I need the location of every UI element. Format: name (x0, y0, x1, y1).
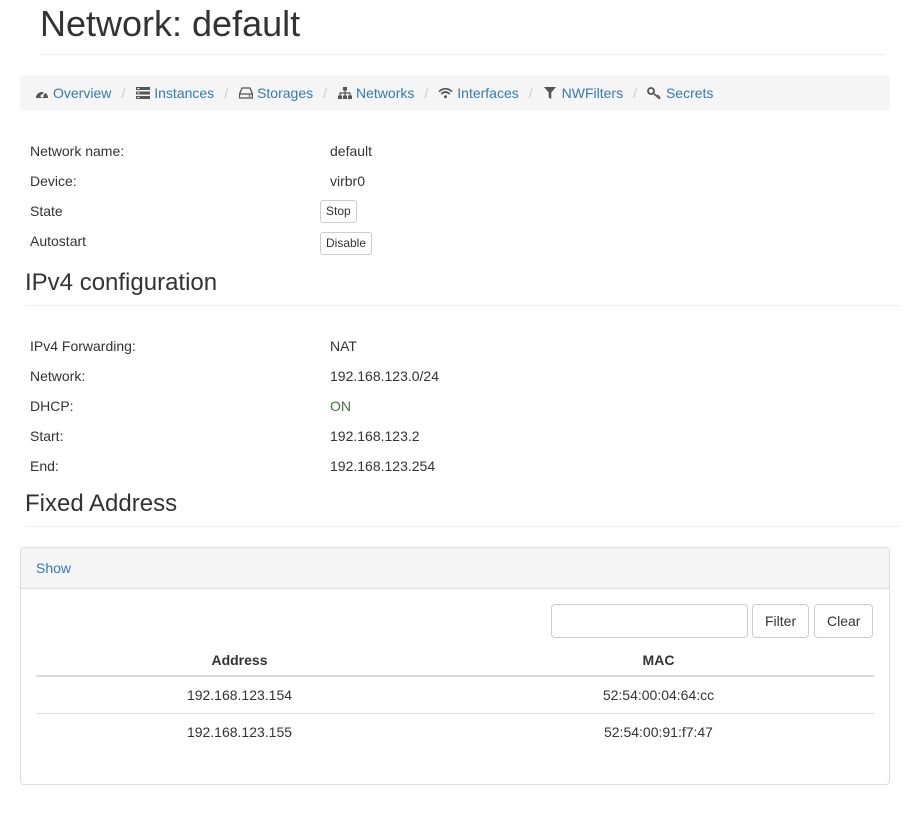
column-header-mac: MAC (442, 645, 874, 677)
dhcp-end-label: End: (30, 458, 59, 474)
network-name-value: default (330, 143, 373, 159)
breadcrumb-nwfilters[interactable]: NWFilters (543, 85, 623, 101)
breadcrumb-overview[interactable]: Overview (34, 85, 111, 101)
dashboard-icon (34, 86, 49, 101)
breadcrumb-separator: / (424, 85, 429, 101)
breadcrumb-instances[interactable]: Instances (135, 85, 214, 101)
breadcrumb-secrets-label: Secrets (665, 85, 714, 101)
table-row: 192.168.123.155 52:54:00:91:f7:47 (36, 712, 874, 750)
page-header: Network: default (40, 0, 885, 55)
breadcrumb-networks[interactable]: Networks (337, 85, 414, 101)
breadcrumb-interfaces-label: Interfaces (457, 85, 519, 101)
breadcrumb-instances-label: Instances (154, 85, 215, 101)
dhcp-status-value: ON (330, 398, 351, 414)
fixed-address-table: Address MAC 192.168.123.154 52:54:00:04:… (36, 645, 874, 750)
dhcp-row: DHCP: ON (30, 398, 870, 418)
fixed-address-panel-heading: Show (21, 548, 889, 589)
breadcrumb-separator: / (323, 85, 328, 101)
key-icon (647, 86, 662, 101)
breadcrumb-separator: / (224, 85, 229, 101)
dhcp-start-row: Start: 192.168.123.2 (30, 428, 870, 448)
show-toggle-link[interactable]: Show (36, 560, 71, 576)
hdd-icon (238, 86, 253, 101)
dhcp-start-value: 192.168.123.2 (330, 428, 420, 444)
fixed-address-panel: Show Filter Clear Address MAC 192.168.12… (20, 547, 890, 785)
breadcrumb-separator: / (121, 85, 126, 101)
ipv4-network-value: 192.168.123.0/24 (330, 368, 439, 384)
table-header-row: Address MAC (36, 645, 874, 677)
sitemap-icon (337, 86, 352, 101)
dhcp-end-value: 192.168.123.254 (330, 458, 436, 474)
dhcp-start-label: Start: (30, 428, 64, 444)
breadcrumb-secrets[interactable]: Secrets (647, 85, 713, 101)
ipv4-forwarding-value: NAT (330, 338, 357, 354)
device-label: Device: (30, 173, 77, 189)
address-cell: 192.168.123.155 (36, 712, 443, 750)
page-title: Network: default (40, 3, 301, 44)
state-row: State Stop (30, 200, 870, 227)
breadcrumb: Overview / Instances / Storages / Networ… (20, 75, 890, 111)
device-value: virbr0 (330, 173, 366, 189)
dhcp-label: DHCP: (30, 398, 74, 414)
network-name-row: Network name: default (30, 143, 870, 163)
breadcrumb-separator: / (528, 85, 533, 101)
device-row: Device: virbr0 (30, 173, 870, 193)
filter-icon (543, 86, 558, 101)
fixed-address-section-header: Fixed Address (25, 491, 900, 527)
breadcrumb-overview-label: Overview (53, 85, 112, 101)
ipv4-forwarding-row: IPv4 Forwarding: NAT (30, 338, 870, 358)
ipv4-heading: IPv4 configuration (25, 269, 218, 296)
ipv4-forwarding-label: IPv4 Forwarding: (30, 338, 136, 354)
network-name-label: Network name: (30, 143, 125, 159)
autostart-row: Autostart Disable (30, 232, 870, 259)
breadcrumb-storages-label: Storages (257, 85, 314, 101)
address-cell: 192.168.123.154 (186, 686, 293, 703)
ipv4-network-label: Network: (30, 368, 86, 384)
dhcp-end-row: End: 192.168.123.254 (30, 458, 870, 478)
breadcrumb-interfaces[interactable]: Interfaces (438, 85, 519, 101)
wifi-icon (438, 86, 453, 101)
filter-button[interactable]: Filter (752, 604, 810, 638)
mac-cell: 52:54:00:04:64:cc (602, 686, 715, 703)
stop-button[interactable]: Stop (320, 200, 357, 223)
column-header-address: Address (36, 645, 443, 677)
ipv4-section-header: IPv4 configuration (25, 270, 900, 306)
breadcrumb-networks-label: Networks (356, 85, 415, 101)
ipv4-network-row: Network: 192.168.123.0/24 (30, 368, 870, 388)
breadcrumb-separator: / (633, 85, 637, 101)
fixed-address-heading: Fixed Address (25, 490, 178, 517)
mac-cell: 52:54:00:91:f7:47 (442, 712, 874, 750)
server-icon (135, 86, 150, 101)
clear-button[interactable]: Clear (814, 604, 874, 638)
autostart-label: Autostart (30, 233, 87, 249)
breadcrumb-storages[interactable]: Storages (238, 85, 313, 101)
disable-autostart-button[interactable]: Disable (320, 232, 373, 255)
state-label: State (30, 203, 63, 219)
breadcrumb-nwfilters-label: NWFilters (561, 85, 624, 101)
filter-input[interactable] (551, 604, 748, 638)
table-row: 192.168.123.154 52:54:00:04:64:cc (36, 676, 874, 713)
